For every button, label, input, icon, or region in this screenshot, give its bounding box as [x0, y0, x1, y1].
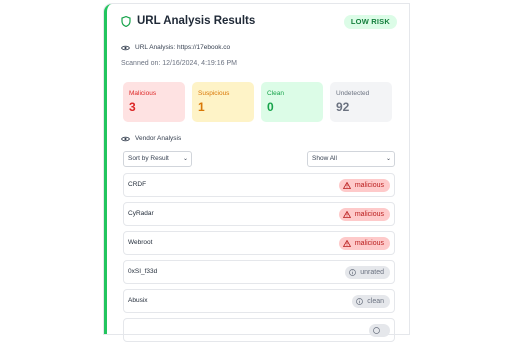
info-icon — [356, 298, 364, 305]
info-icon — [349, 269, 357, 276]
stat-undetected: Undetected 92 — [330, 82, 392, 122]
page-title: URL Analysis Results — [137, 15, 256, 27]
warning-icon — [342, 182, 351, 189]
result-label: unrated — [360, 269, 384, 276]
vendor-heading-label: Vendor Analysis — [135, 135, 182, 142]
filter-select-value: Show All — [312, 155, 337, 162]
stat-label: Undetected — [336, 90, 370, 97]
filter-select[interactable]: Show All ⌄ — [307, 151, 395, 167]
vendor-row[interactable]: Abusix clean — [123, 289, 395, 313]
result-label: malicious — [354, 211, 384, 218]
result-badge: clean — [352, 295, 390, 308]
result-label: clean — [367, 298, 384, 305]
info-icon — [373, 327, 380, 334]
stat-label: Malicious — [129, 90, 157, 97]
url-line: URL Analysis: https://17ebook.co — [121, 44, 230, 51]
vendor-row[interactable]: CRDF malicious — [123, 173, 395, 197]
vendor-name: 0xSI_f33d — [128, 268, 158, 275]
stat-suspicious: Suspicious 1 — [192, 82, 254, 122]
stat-label: Suspicious — [198, 90, 230, 97]
vendor-name: Abusix — [128, 297, 148, 304]
analysis-panel: URL Analysis Results LOW RISK URL Analys… — [104, 4, 409, 342]
sort-select[interactable]: Sort by Result ⌄ — [123, 151, 192, 167]
chevron-down-icon: ⌄ — [385, 156, 391, 162]
result-badge: malicious — [338, 208, 390, 221]
vendor-name: Webroot — [128, 239, 153, 246]
vendor-row[interactable] — [123, 318, 395, 342]
panel-header: URL Analysis Results LOW RISK — [121, 15, 397, 35]
warning-icon — [342, 240, 351, 247]
vendor-row[interactable]: Webroot malicious — [123, 231, 395, 255]
stat-value: 92 — [336, 100, 350, 114]
stat-malicious: Malicious 3 — [123, 82, 185, 122]
vendor-row[interactable]: CyRadar malicious — [123, 202, 395, 226]
result-badge — [369, 324, 390, 337]
stat-value: 0 — [267, 100, 274, 114]
chevron-down-icon: ⌄ — [182, 156, 188, 162]
vendor-name: CRDF — [128, 181, 147, 188]
result-label: malicious — [354, 240, 384, 247]
vendor-list: CRDF malicious CyRadar malicious Webroot… — [123, 173, 395, 347]
result-label: malicious — [354, 182, 384, 189]
stat-label: Clean — [267, 90, 284, 97]
stat-clean: Clean 0 — [261, 82, 323, 122]
result-badge: unrated — [345, 266, 390, 279]
stat-value: 3 — [129, 100, 136, 114]
vendor-row[interactable]: 0xSI_f33d unrated — [123, 260, 395, 284]
shield-icon — [121, 15, 131, 27]
result-badge: malicious — [338, 179, 390, 192]
eye-icon — [121, 136, 130, 142]
stat-value: 1 — [198, 100, 205, 114]
stats-row: Malicious 3 Suspicious 1 Clean 0 Undetec… — [123, 82, 392, 122]
vendor-name: CyRadar — [128, 210, 154, 217]
risk-badge: LOW RISK — [343, 15, 397, 29]
result-badge: malicious — [338, 237, 390, 250]
eye-icon — [121, 45, 130, 51]
warning-icon — [342, 211, 351, 218]
sort-select-value: Sort by Result — [128, 155, 169, 162]
url-label: URL Analysis: https://17ebook.co — [135, 44, 231, 51]
vendor-analysis-heading: Vendor Analysis — [121, 135, 181, 142]
scan-timestamp: Scanned on: 12/16/2024, 4:19:16 PM — [121, 60, 237, 67]
